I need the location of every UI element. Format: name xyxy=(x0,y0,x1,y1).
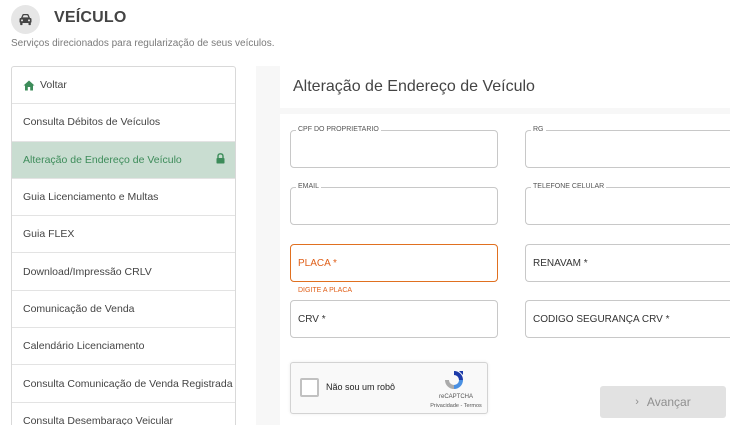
placa-field[interactable]: PLACA * xyxy=(290,244,498,282)
advance-label: Avançar xyxy=(646,395,691,409)
placa-label: PLACA * xyxy=(298,258,337,269)
email-field[interactable]: EMAIL xyxy=(290,183,498,225)
captcha-brand: reCAPTCHA xyxy=(438,394,473,400)
sidebar-item-label: Calendário Licenciamento xyxy=(23,340,145,353)
car-icon xyxy=(11,5,40,34)
sidebar-item-consulta-debitos[interactable]: Consulta Débitos de Veículos xyxy=(12,104,235,142)
placa-hint: DIGITE A PLACA xyxy=(298,287,353,294)
form-header: Alteração de Endereço de Veículo xyxy=(280,66,730,108)
sidebar-item-label: Guia FLEX xyxy=(23,228,75,241)
renavam-field[interactable]: RENAVAM * xyxy=(525,244,730,282)
captcha-label: Não sou um robô xyxy=(326,382,396,392)
crv-field[interactable]: CRV * xyxy=(290,300,498,338)
recaptcha-logo-icon xyxy=(443,369,465,396)
crv-code-label: CODIGO SEGURANÇA CRV * xyxy=(533,314,670,325)
main-panel: Alteração de Endereço de Veículo CPF DO … xyxy=(256,66,730,425)
sidebar-item-calendario[interactable]: Calendário Licenciamento xyxy=(12,328,235,366)
lock-icon xyxy=(216,152,225,167)
form-body: CPF DO PROPRIETARIO RG EMAIL TELEFONE CE… xyxy=(280,114,730,425)
cpf-label: CPF DO PROPRIETARIO xyxy=(296,126,381,134)
back-label: Voltar xyxy=(40,79,67,92)
sidebar-item-label: Alteração de Endereço de Veículo xyxy=(23,153,182,166)
chevron-right-icon: › xyxy=(635,396,639,408)
renavam-label: RENAVAM * xyxy=(533,258,588,269)
back-link[interactable]: Voltar xyxy=(12,67,235,105)
phone-field[interactable]: TELEFONE CELULAR xyxy=(525,183,730,225)
recaptcha-widget: Não sou um robô reCAPTCHA Privacidade - … xyxy=(290,362,488,414)
sidebar-item-desembaraco[interactable]: Consulta Desembaraço Veicular xyxy=(12,403,235,425)
captcha-checkbox[interactable] xyxy=(300,378,319,397)
sidebar-item-guia-licenciamento[interactable]: Guia Licenciamento e Multas xyxy=(12,179,235,217)
captcha-links[interactable]: Privacidade - Termos xyxy=(425,403,487,409)
sidebar-item-label: Download/Impressão CRLV xyxy=(23,265,152,278)
sidebar-item-alteracao-endereco[interactable]: Alteração de Endereço de Veículo xyxy=(12,141,235,179)
sidebar-item-label: Consulta Comunicação de Venda Registrada xyxy=(23,377,233,390)
sidebar-item-guia-flex[interactable]: Guia FLEX xyxy=(12,216,235,254)
sidebar-item-comunicacao-registrada[interactable]: Consulta Comunicação de Venda Registrada xyxy=(12,365,235,403)
rg-field[interactable]: RG xyxy=(525,126,730,168)
crv-code-field[interactable]: CODIGO SEGURANÇA CRV * xyxy=(525,300,730,338)
page-subtitle: Serviços direcionados para regularização… xyxy=(11,38,275,49)
page-title: VEÍCULO xyxy=(54,9,127,26)
sidebar-menu: Voltar Consulta Débitos de Veículos Alte… xyxy=(11,66,236,425)
sidebar-item-label: Consulta Desembaraço Veicular xyxy=(23,414,173,425)
cpf-field[interactable]: CPF DO PROPRIETARIO xyxy=(290,126,498,168)
sidebar-item-label: Consulta Débitos de Veículos xyxy=(23,116,161,129)
home-icon xyxy=(23,80,35,91)
sidebar-item-label: Comunicação de Venda xyxy=(23,302,135,315)
form-title: Alteração de Endereço de Veículo xyxy=(293,78,535,95)
rg-label: RG xyxy=(531,126,546,134)
sidebar-item-label: Guia Licenciamento e Multas xyxy=(23,191,159,204)
advance-button[interactable]: › Avançar xyxy=(600,386,726,418)
phone-label: TELEFONE CELULAR xyxy=(531,183,607,191)
sidebar-item-comunicacao-venda[interactable]: Comunicação de Venda xyxy=(12,291,235,329)
email-label: EMAIL xyxy=(296,183,322,191)
sidebar-item-download-crlv[interactable]: Download/Impressão CRLV xyxy=(12,253,235,291)
crv-label: CRV * xyxy=(298,314,326,325)
